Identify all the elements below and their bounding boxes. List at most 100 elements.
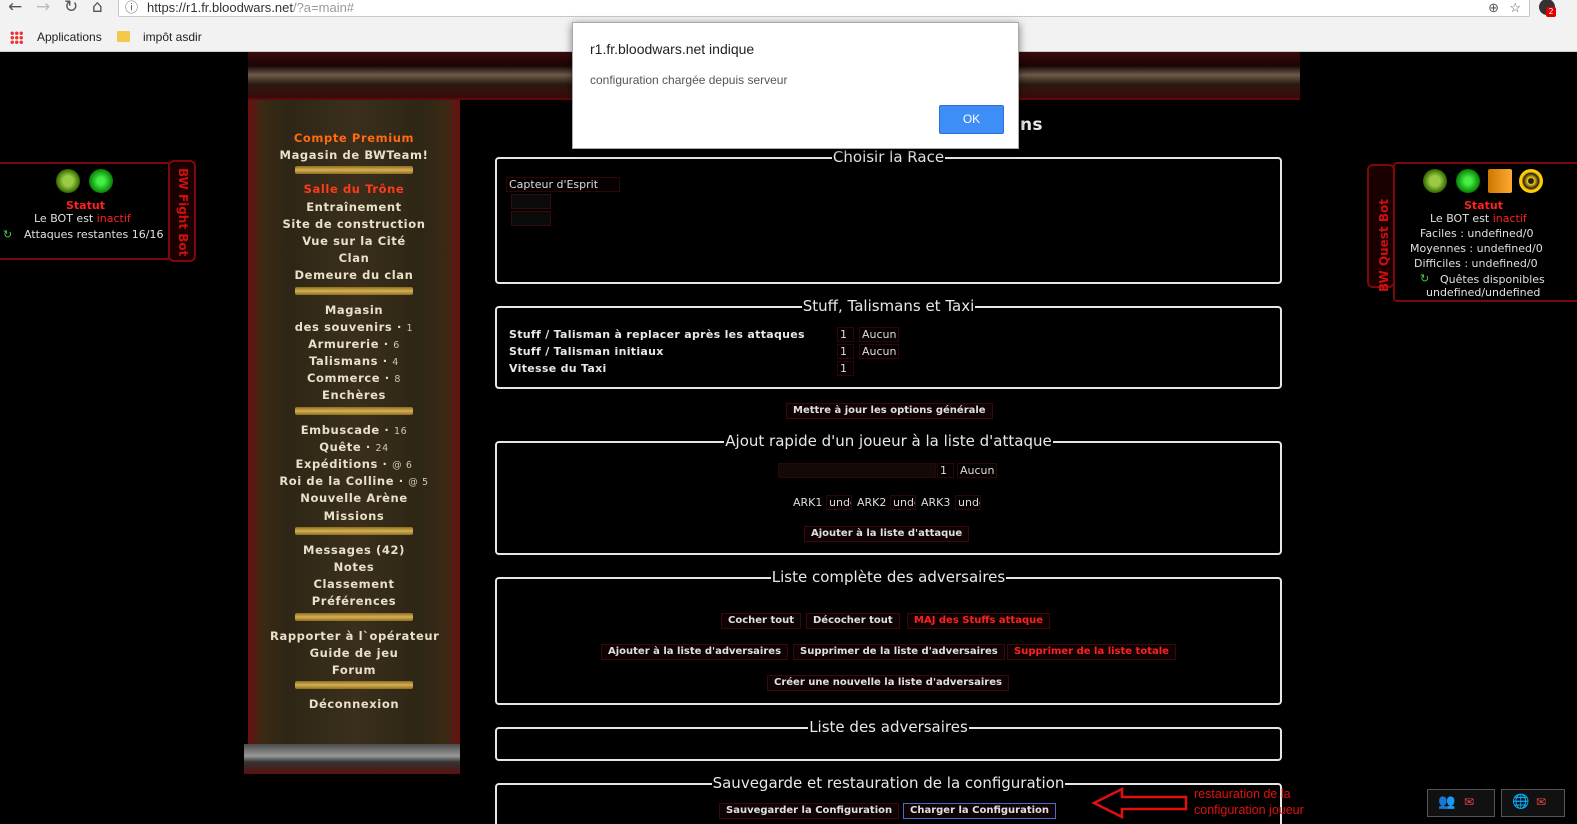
stuff-num-input[interactable]: 1 [837,327,854,342]
add-to-adversaries-button[interactable]: Ajouter à la liste d'adversaires [601,644,789,660]
back-icon[interactable]: ← [8,0,22,16]
zoom-icon[interactable]: ⊕ [1488,0,1499,16]
taxi-speed-input[interactable]: 1 [837,361,854,376]
menu-item-label: Rapporter à l`opérateur [270,628,440,643]
menu-item-label: Missions [323,508,385,523]
tray-widget[interactable]: 👥 ✉ [1427,789,1495,817]
menu-item[interactable]: Guide de jeu [270,645,438,662]
fight-bot-status-value: inactif [96,212,131,225]
quest-bot-tab[interactable]: BW Quest Bot [1367,164,1395,292]
info-icon[interactable]: ⓘ [125,0,138,16]
ark3-input[interactable]: undefined [955,495,981,510]
reload-icon[interactable]: ↻ [64,0,78,16]
extension-icon[interactable]: 2 [1539,0,1556,17]
menu-item-label: Nouvelle Arène [300,491,408,506]
dialog-message: configuration chargée depuis serveur [590,73,788,87]
bookmark-applications[interactable]: Applications [37,30,102,44]
quick-add-select[interactable]: Aucun [957,463,997,478]
ark2-input[interactable]: undefined [890,495,916,510]
menu-item[interactable]: Classement [270,576,438,593]
gear-icon[interactable] [56,169,80,193]
fight-bot-tab[interactable]: BW Fight Bot [168,160,196,262]
stuff-legend: Stuff, Talismans et Taxi [801,297,976,315]
menu-item[interactable]: Messages (42) [270,542,438,559]
menu-item[interactable]: Compte Premium [270,130,438,147]
apps-grid-icon[interactable] [10,31,23,44]
menu-item[interactable]: Site de construction [270,216,438,233]
player-name-input[interactable] [778,463,936,478]
update-stuffs-button[interactable]: MAJ des Stuffs attaque [907,613,1051,629]
ark1-label: ARK1 [793,496,823,509]
fight-bot-tab-label: BW Fight Bot [176,168,190,257]
bookmark-star-icon[interactable]: ☆ [1509,0,1521,16]
menu-item[interactable]: Magasin [270,302,438,319]
menu-item[interactable]: Déconnexion [270,696,438,713]
race-option-box[interactable] [511,211,551,226]
menu-item-label: Enchères [322,388,386,403]
menu-item[interactable]: Demeure du clan [270,267,438,284]
quest-hard: Difficiles : undefined/0 [1414,257,1538,270]
menu-item[interactable]: Armurerie · 6 [270,336,438,353]
menu-item[interactable]: Magasin de BWTeam! [270,147,438,164]
menu-item-count: 24 [375,442,389,454]
home-icon[interactable]: ⌂ [92,0,103,16]
tray-widget[interactable]: 🌐 ✉ [1501,789,1565,817]
menu-item[interactable]: Nouvelle Arène [270,490,438,507]
uncheck-all-button[interactable]: Décocher tout [806,613,900,629]
menu-item[interactable]: Expéditions · @ 6 [270,456,438,473]
menu-item[interactable]: Roi de la Colline · @ 5 [270,473,438,490]
url-host: https://r1.fr.bloodwars.net [147,0,293,15]
menu-item[interactable]: Talismans · 4 [270,353,438,370]
ark1-input[interactable]: undefined [826,495,852,510]
menu-item[interactable]: des souvenirs · 1 [270,319,438,336]
play-icon[interactable] [89,169,113,193]
radiation-icon[interactable] [1519,169,1543,193]
bookmark-impot[interactable]: impôt asdir [143,30,202,44]
menu-item[interactable]: Entraînement [270,199,438,216]
remove-from-adversaries-button[interactable]: Supprimer de la liste d'adversaires [793,644,1005,660]
menu-item[interactable]: Clan [270,250,438,267]
add-to-attack-list-button[interactable]: Ajouter à la liste d'attaque [804,526,970,542]
check-all-button[interactable]: Cocher tout [721,613,802,629]
create-new-list-button[interactable]: Créer une nouvelle la liste d'adversaire… [767,675,1009,691]
exit-door-icon[interactable] [1488,169,1512,193]
menu-item-label: Déconnexion [308,697,400,712]
menu-item-count: 16 [394,425,408,437]
race-select[interactable]: Capteur d'Esprit [506,177,620,192]
menu-item[interactable]: Notes [270,559,438,576]
update-options-button[interactable]: Mettre à jour les options générale [786,403,993,419]
menu-item[interactable]: Préférences [270,593,438,610]
quick-add-num-input[interactable]: 1 [937,463,954,478]
race-legend: Choisir la Race [831,148,946,166]
race-option-box[interactable] [511,194,551,209]
play-icon[interactable] [1456,169,1480,193]
stuff-select[interactable]: Aucun [859,344,899,359]
gear-icon[interactable] [1423,169,1447,193]
menu-item[interactable]: Vue sur la Cité [270,233,438,250]
ok-button[interactable]: OK [939,105,1004,134]
menu-item[interactable]: Forum [270,662,438,679]
menu-item[interactable]: Embuscade · 16 [270,422,438,439]
menu-item-label: Classement [313,577,395,592]
stuff-row-label: Vitesse du Taxi [509,362,607,375]
remove-from-total-list-button[interactable]: Supprimer de la liste totale [1007,644,1176,660]
menu-item[interactable]: Missions [270,508,438,525]
address-bar[interactable]: ⓘ https://r1.fr.bloodwars.net/?a=main# ⊕… [118,0,1530,17]
menu-item-label: Préférences [311,594,397,609]
forward-icon[interactable]: → [36,0,50,16]
refresh-icon[interactable]: ↻ [3,228,12,241]
refresh-icon[interactable]: ↻ [1420,272,1429,285]
save-config-button[interactable]: Sauvegarder la Configuration [719,803,900,819]
menu-item[interactable]: Commerce · 8 [270,370,438,387]
menu-item-count: @ 5 [408,477,429,489]
menu-item[interactable]: Enchères [270,387,438,404]
load-config-button[interactable]: Charger la Configuration [903,803,1057,819]
stuff-select[interactable]: Aucun [859,327,899,342]
menu-item[interactable]: Salle du Trône [270,181,438,198]
menu-item[interactable]: Rapporter à l`opérateur [270,628,440,645]
menu-item-label: Talismans [309,354,379,369]
menu-item[interactable]: Quête · 24 [270,439,438,456]
stuff-row-label: Stuff / Talisman initiaux [509,345,664,358]
stuff-num-input[interactable]: 1 [837,344,854,359]
page-title: ns [1020,115,1043,135]
